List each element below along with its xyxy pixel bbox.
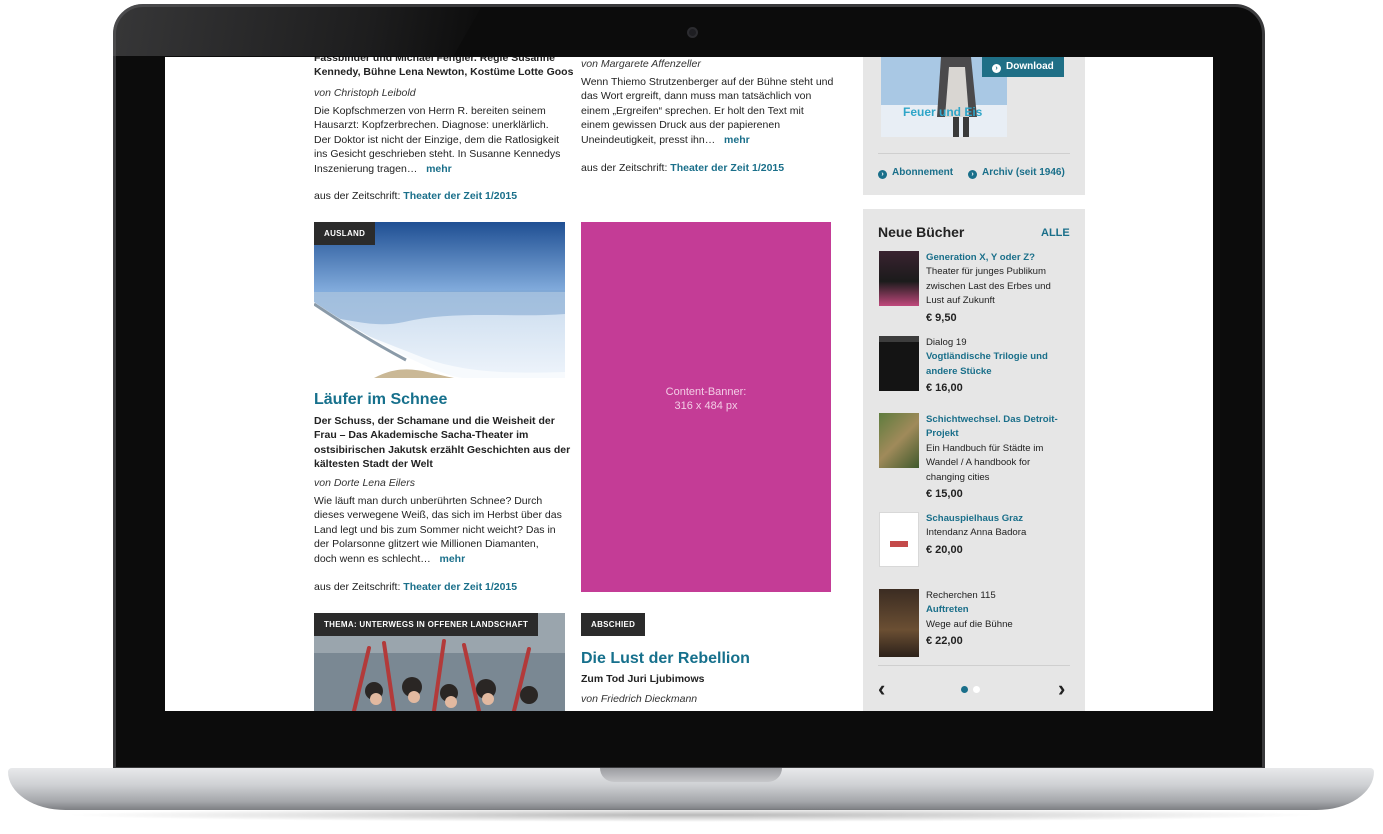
- book-title-link[interactable]: Vogtländische Trilogie und andere Stücke: [926, 350, 1066, 379]
- book-item: Schichtwechsel. Das Detroit- Projekt Ein…: [926, 413, 1066, 501]
- book-price: € 20,00: [926, 543, 963, 556]
- arrow-right-icon: ›: [992, 64, 1001, 73]
- book-title-link[interactable]: Schauspielhaus Graz: [926, 512, 1066, 526]
- article-author: von Margarete Affenzeller: [581, 58, 701, 70]
- webcam-icon: [687, 27, 698, 38]
- browser-screen: Fassbinder und Michael Fengler. Regie Su…: [165, 57, 1213, 711]
- divider: [878, 665, 1070, 666]
- magazine-issue-link[interactable]: Theater der Zeit 1/2015: [403, 190, 517, 202]
- magazine-issue-link[interactable]: Theater der Zeit 1/2015: [403, 581, 517, 593]
- carousel-dot[interactable]: [973, 686, 980, 693]
- book-title-link[interactable]: Generation X, Y oder Z?: [926, 251, 1066, 265]
- content-banner-placeholder[interactable]: Content-Banner: 316 x 484 px: [581, 222, 831, 592]
- article-source: aus der Zeitschrift: Theater der Zeit 1/…: [581, 162, 785, 174]
- article-title[interactable]: Die Lust der Rebellion: [581, 650, 750, 668]
- book-price: € 9,50: [926, 311, 957, 324]
- laptop-shadow: [60, 808, 1322, 822]
- subtitle-line: Kennedy, Bühne Lena Newton, Kostüme Lott…: [314, 66, 574, 79]
- article-source: aus der Zeitschrift: Theater der Zeit 1/…: [314, 581, 518, 593]
- article-teaser: Wenn Thiemo Strutzenberger auf der Bühne…: [581, 76, 834, 146]
- more-link[interactable]: mehr: [426, 163, 452, 175]
- snow-landscape-photo[interactable]: [314, 222, 565, 378]
- book-cover[interactable]: [879, 251, 919, 306]
- article-source: aus der Zeitschrift: Theater der Zeit 1/…: [314, 190, 518, 202]
- magazine-cover-title: Feuer und Eis: [903, 105, 983, 119]
- article-teaser: Die Kopfschmerzen von Herrn R. bereiten …: [314, 105, 561, 175]
- article-subtitle: Zum Tod Juri Ljubimows: [581, 673, 705, 685]
- article-subtitle: Fassbinder und Michael Fengler. Regie Su…: [314, 57, 574, 80]
- book-cover[interactable]: [879, 336, 919, 391]
- arrow-right-icon: ›: [878, 170, 887, 179]
- banner-size: 316 x 484 px: [674, 400, 738, 412]
- book-cover-mark: [890, 541, 908, 547]
- book-price: € 16,00: [926, 382, 963, 395]
- all-books-link[interactable]: ALLE: [1041, 227, 1070, 239]
- article-subtitle: Der Schuss, der Schamane und die Weishei…: [314, 415, 571, 471]
- divider: [878, 153, 1070, 154]
- magazine-issue-link[interactable]: Theater der Zeit 1/2015: [670, 162, 784, 174]
- book-cover[interactable]: [879, 413, 919, 468]
- banner-label: Content-Banner:: [665, 386, 747, 398]
- more-link[interactable]: mehr: [724, 134, 750, 146]
- carousel-next-button[interactable]: ›: [1058, 677, 1065, 701]
- book-price: € 15,00: [926, 488, 963, 501]
- books-heading: Neue Bücher: [878, 224, 965, 240]
- book-title-link[interactable]: Schichtwechsel. Das Detroit- Projekt: [926, 413, 1066, 442]
- article-title[interactable]: Läufer im Schnee: [314, 391, 447, 409]
- category-tag[interactable]: THEMA: UNTERWEGS IN OFFENER LANDSCHAFT: [314, 613, 539, 636]
- more-link[interactable]: mehr: [440, 553, 466, 565]
- book-item: Generation X, Y oder Z? Theater für jung…: [926, 251, 1066, 325]
- book-item: Dialog 19 Vogtländische Trilogie und and…: [926, 336, 1066, 396]
- article-author: von Dorte Lena Eilers: [314, 477, 415, 489]
- article-teaser: Wie läuft man durch unberührten Schnee? …: [314, 495, 562, 565]
- book-title-link[interactable]: Auftreten: [926, 603, 1066, 617]
- book-item: Schauspielhaus Graz Intendanz Anna Bador…: [926, 512, 1066, 557]
- subscription-link[interactable]: › Abonnement: [878, 167, 953, 179]
- carousel-dot-active[interactable]: [961, 686, 968, 693]
- arrow-right-icon: ›: [968, 170, 977, 179]
- laptop-hinge-notch: [600, 768, 782, 782]
- book-cover[interactable]: [879, 589, 919, 657]
- subtitle-line: Fassbinder und Michael Fengler. Regie Su…: [314, 57, 555, 64]
- download-button[interactable]: › Download: [982, 57, 1064, 77]
- article-author: von Friedrich Dieckmann: [581, 693, 698, 705]
- snow-photo-illustration: [314, 222, 565, 378]
- category-tag[interactable]: AUSLAND: [314, 222, 376, 245]
- book-item: Recherchen 115 Auftreten Wege auf die Bü…: [926, 589, 1066, 649]
- carousel-prev-button[interactable]: ‹: [878, 677, 885, 701]
- bezel-reflection: [113, 4, 483, 56]
- article-author: von Christoph Leibold: [314, 87, 416, 99]
- category-tag[interactable]: ABSCHIED: [581, 613, 646, 636]
- book-cover[interactable]: [879, 512, 919, 567]
- archive-link[interactable]: › Archiv (seit 1946): [968, 167, 1065, 179]
- book-price: € 22,00: [926, 635, 963, 648]
